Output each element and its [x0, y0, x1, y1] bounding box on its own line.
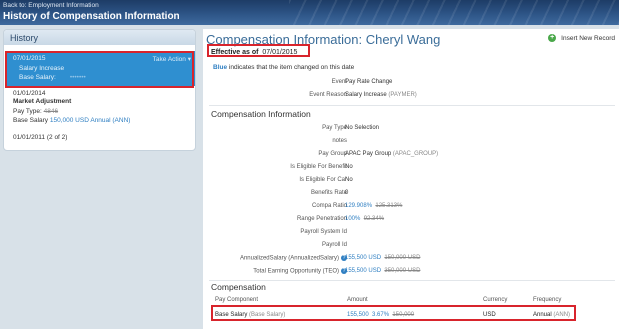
- base-salary-value: 150,000 USD Annual (ANN): [49, 117, 131, 124]
- frequency-code: (ANN): [553, 312, 571, 318]
- divider: [209, 105, 615, 106]
- amount-percent: 3.67%: [372, 312, 390, 318]
- range-penetration-label: Range Penetration: [296, 216, 347, 222]
- pay-type-value: No Selection: [345, 125, 380, 131]
- column-header-amount: Amount: [347, 297, 368, 303]
- event-reason-code: (PAYMER): [388, 92, 417, 98]
- effective-date-value: 07/01/2015: [262, 49, 298, 56]
- base-salary-value: •••••••: [69, 74, 86, 81]
- annualized-salary-value: 155,500 USD 150,000 USD: [345, 255, 420, 261]
- page-title: History of Compensation Information: [3, 11, 180, 22]
- history-panel: History 07/01/2015 Take Action ▾ Salary …: [3, 29, 196, 151]
- teo-text: Total Earning Opportunity (TEO): [253, 268, 339, 275]
- take-action-label: Take Action: [152, 56, 186, 63]
- history-item-event: Market Adjustment: [13, 98, 71, 105]
- range-penetration-old: 92.34%: [363, 216, 385, 222]
- event-value: Pay Rate Change: [345, 79, 393, 85]
- eligible-car-value: No: [345, 177, 353, 183]
- history-item-event: Salary Increase: [19, 65, 65, 72]
- eligible-benefit-label: Is Eligible For Benefit: [290, 164, 347, 170]
- legend: Blue indicates that the item changed on …: [213, 64, 354, 71]
- history-item-pay-type: Pay Type: 4846: [13, 108, 58, 115]
- range-penetration-new: 100%: [345, 216, 361, 222]
- event-reason-label: Event Reason: [309, 92, 347, 98]
- teo-value: 155,500 USD 350,000 USD: [345, 268, 420, 274]
- pay-group-code: (APAC_GROUP): [392, 151, 439, 157]
- teo-new: 155,500 USD: [345, 268, 382, 274]
- amount-old: 150,000: [392, 312, 415, 318]
- history-heading: History: [4, 30, 195, 45]
- notes-label: notes: [332, 138, 347, 144]
- component-name: Base Salary: [215, 312, 248, 318]
- effective-date: Effective as of 07/01/2015: [211, 49, 297, 56]
- column-header-frequency: Frequency: [533, 297, 562, 303]
- benefits-rate-label: Benefits Rate: [310, 190, 347, 196]
- pay-group-value: APAC Pay Group (APAC_GROUP): [345, 151, 438, 157]
- history-item-base-salary: Base Salary: •••••••: [19, 74, 195, 81]
- history-item-date[interactable]: 01/01/2011 (2 of 2): [13, 134, 67, 141]
- pay-type-old-value: 4846: [43, 108, 59, 115]
- event-reason-text: Salary Increase: [345, 92, 387, 98]
- annualized-salary-old: 150,000 USD: [384, 255, 421, 261]
- annualized-salary-new: 155,500 USD: [345, 255, 382, 261]
- teo-old: 350,000 USD: [384, 268, 421, 274]
- compa-ratio-label: Compa Ratio: [311, 203, 347, 209]
- pay-type-label: Pay Type:: [13, 108, 42, 115]
- insert-new-record-button[interactable]: + Insert New Record: [548, 34, 615, 42]
- payroll-system-id-label: Payroll System Id: [300, 229, 347, 235]
- legend-blue: Blue: [213, 64, 228, 71]
- legend-text: indicates that the item changed on this …: [228, 64, 355, 71]
- teo-label: Total Earning Opportunity (TEO)?: [253, 268, 347, 275]
- compensation-title: Compensation Information: Cheryl Wang: [206, 32, 441, 47]
- table-cell-component: Base Salary (Base Salary): [215, 312, 285, 318]
- table-cell-amount: 155,500 3.67% 150,000: [347, 312, 414, 318]
- annualized-salary-text: AnnualizedSalary (AnnualizedSalary): [239, 255, 339, 262]
- header-decoration: [289, 0, 619, 25]
- pay-group-text: APAC Pay Group: [345, 151, 392, 157]
- amount-new: 155,500: [347, 312, 369, 318]
- frequency-text: Annual: [533, 312, 552, 318]
- column-header-currency: Currency: [483, 297, 508, 303]
- insert-new-record-label: Insert New Record: [561, 34, 615, 42]
- base-salary-label: Base Salary:: [19, 74, 56, 81]
- compa-ratio-value: 129.908% 125.313%: [345, 203, 402, 209]
- take-action-menu[interactable]: Take Action ▾: [153, 55, 191, 63]
- pay-type-label: Pay Type: [322, 125, 347, 131]
- table-cell-currency: USD: [483, 312, 496, 318]
- payroll-id-label: Payroll Id: [321, 242, 347, 248]
- compa-ratio-new: 129.908%: [345, 203, 373, 209]
- benefits-rate-value: 0: [345, 190, 349, 196]
- history-item-date[interactable]: 01/01/2014: [13, 90, 46, 97]
- chevron-down-icon: ▾: [187, 56, 191, 63]
- range-penetration-value: 100% 92.34%: [345, 216, 384, 222]
- eligible-benefit-value: No: [345, 164, 353, 170]
- compa-ratio-old: 125.313%: [375, 203, 403, 209]
- compensation-heading: Compensation: [211, 282, 266, 292]
- divider: [209, 280, 615, 281]
- component-code: (Base Salary): [249, 312, 286, 318]
- column-header-pay-component: Pay Component: [215, 297, 259, 303]
- compensation-info-heading: Compensation Information: [211, 109, 311, 119]
- history-item-selected[interactable]: 07/01/2015 Take Action ▾ Salary Increase…: [7, 51, 195, 86]
- back-link[interactable]: Back to: Employment Information: [3, 2, 99, 9]
- annualized-salary-label: AnnualizedSalary (AnnualizedSalary)?: [240, 255, 347, 262]
- base-salary-label: Base Salary: [13, 117, 49, 124]
- effective-label: Effective as of: [211, 49, 259, 56]
- pay-group-label: Pay Group: [318, 151, 347, 157]
- eligible-car-label: Is Eligible For Car: [299, 177, 347, 183]
- compensation-panel: Compensation Information: Cheryl Wang + …: [203, 29, 619, 329]
- plus-icon: +: [548, 34, 557, 42]
- history-item-base-salary: Base Salary 150,000 USD Annual (ANN): [13, 117, 130, 124]
- event-label: Market Adjustment: [13, 98, 72, 105]
- top-bar: Back to: Employment Information History …: [0, 0, 619, 25]
- event-reason-value: Salary Increase (PAYMER): [345, 92, 417, 98]
- table-cell-frequency: Annual (ANN): [533, 312, 570, 318]
